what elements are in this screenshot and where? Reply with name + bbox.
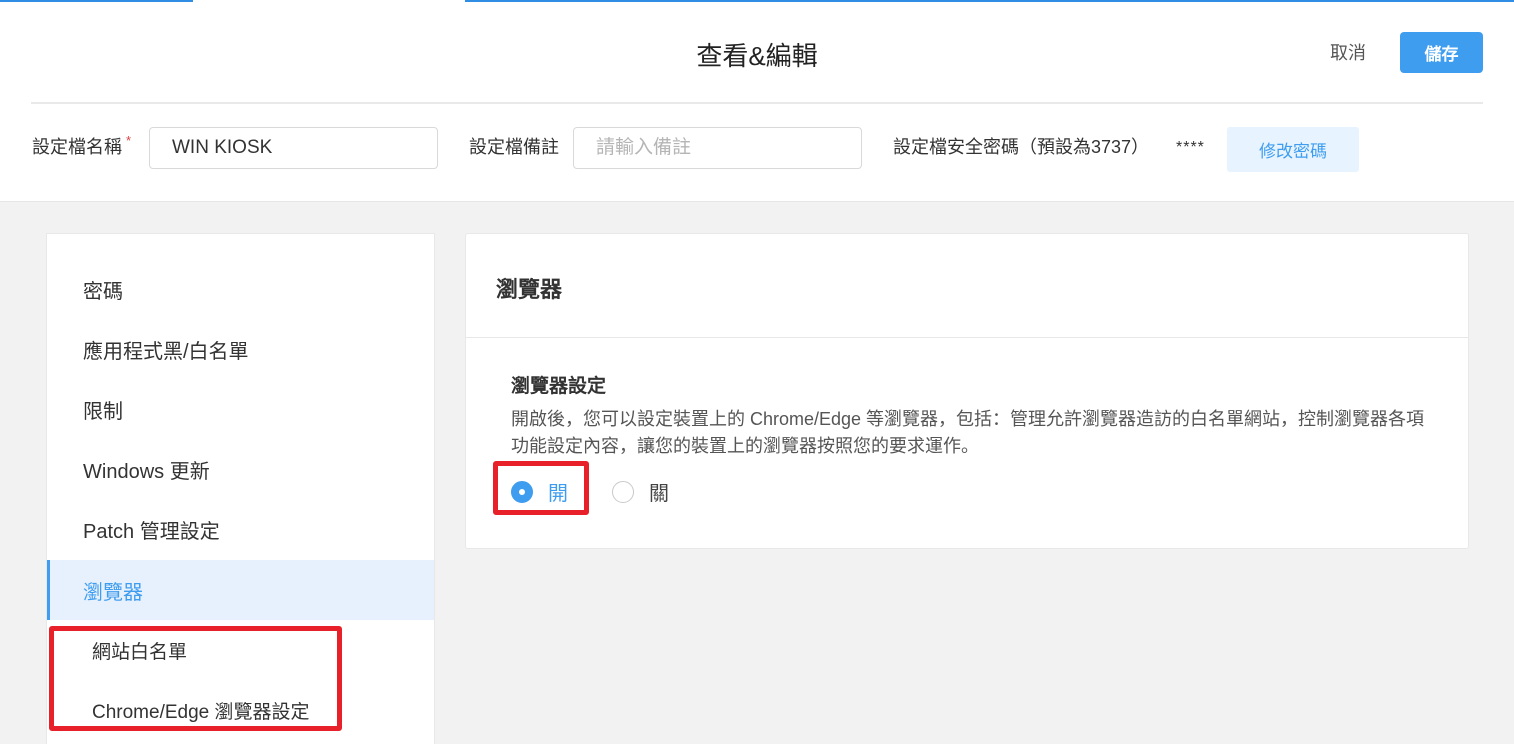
radio-unchecked-icon[interactable]: [612, 480, 634, 503]
section-description: 開啟後，您可以設定裝置上的 Chrome/Edge 等瀏覽器，包括：管理允許瀏覽…: [511, 409, 1425, 456]
settings-sidebar: 密碼 應用程式黑/白名單 限制 Windows 更新 Patch 管理設定 瀏覽…: [46, 233, 435, 744]
password-mask: ****: [1176, 139, 1205, 156]
sidebar-item-app-blacklist[interactable]: 應用程式黑/白名單: [47, 319, 434, 379]
header-divider: [31, 102, 1483, 104]
change-password-button[interactable]: 修改密碼: [1227, 127, 1359, 172]
profile-header: 查看&編輯 取消 儲存 設定檔名稱* 設定檔備註 設定檔安全密碼（預設為3737…: [0, 2, 1514, 202]
sidebar-item-browser[interactable]: 瀏覽器: [47, 560, 434, 620]
cancel-button[interactable]: 取消: [1330, 39, 1366, 65]
sidebar-item-password[interactable]: 密碼: [47, 259, 434, 319]
card-divider: [466, 337, 1468, 338]
sidebar-item-restrictions[interactable]: 限制: [47, 379, 434, 439]
profile-name-input[interactable]: [149, 127, 438, 169]
section-title: 瀏覽器設定: [511, 376, 607, 397]
radio-on-label: 開: [548, 483, 568, 505]
card-title: 瀏覽器: [496, 277, 563, 302]
sidebar-subitem-website-whitelist[interactable]: 網站白名單: [47, 620, 434, 680]
save-button[interactable]: 儲存: [1400, 32, 1483, 73]
sidebar-subitem-browser-settings[interactable]: Chrome/Edge 瀏覽器設定: [47, 680, 434, 740]
required-asterisk: *: [126, 133, 132, 148]
sidebar-item-patch[interactable]: Patch 管理設定: [47, 499, 434, 559]
profile-password-label: 設定檔安全密碼（預設為3737）: [893, 137, 1150, 157]
browser-settings-card: 瀏覽器 瀏覽器設定 開啟後，您可以設定裝置上的 Chrome/Edge 等瀏覽器…: [465, 233, 1469, 549]
sidebar-item-windows-update[interactable]: Windows 更新: [47, 439, 434, 499]
radio-checked-icon[interactable]: [511, 480, 533, 503]
profile-note-label: 設定檔備註: [469, 137, 559, 157]
profile-name-label: 設定檔名稱 *: [32, 133, 132, 157]
profile-note-input[interactable]: [573, 127, 862, 169]
page-title: 查看&編輯: [696, 41, 818, 71]
radio-option-on[interactable]: 開: [511, 477, 568, 506]
radio-off-label: 關: [649, 483, 669, 505]
radio-option-off[interactable]: 關: [612, 477, 669, 506]
